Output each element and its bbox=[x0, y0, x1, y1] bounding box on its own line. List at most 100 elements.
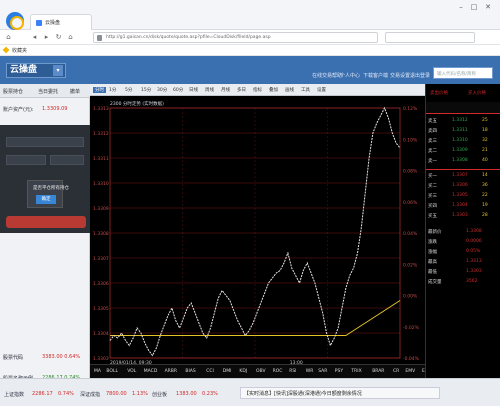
stock-search-input[interactable]: 输入代码/名称/简称 bbox=[433, 67, 493, 79]
tab-orders[interactable]: 当日委托 bbox=[38, 88, 58, 95]
sell-all-button[interactable] bbox=[6, 216, 86, 228]
header-link-help[interactable]: 在线交易帮助 bbox=[312, 72, 342, 79]
indicator-macd[interactable]: MACD bbox=[144, 369, 158, 374]
maximize-icon[interactable]: □ bbox=[468, 3, 480, 11]
chart-tab-2[interactable]: 5分 bbox=[125, 87, 132, 93]
account-value: 1.3309.09 bbox=[42, 106, 68, 112]
indicator-arbr[interactable]: ARBR bbox=[165, 369, 177, 374]
chart-tab-10[interactable]: 指标 bbox=[253, 87, 262, 93]
chart-tab-11[interactable]: 叠加 bbox=[269, 87, 278, 93]
quote-label: 卖一 bbox=[428, 159, 437, 164]
chart-tab-9[interactable]: 多日 bbox=[237, 87, 246, 93]
indicator-ma[interactable]: MA bbox=[94, 369, 101, 374]
indicator-roc[interactable]: ROC bbox=[273, 369, 283, 374]
quote-vol: 18 bbox=[482, 128, 488, 133]
quote-panel: 卖出价格 买入价格 卖五 1.3312 25 卖四 1.3311 18 卖三 1.3310 32… bbox=[425, 84, 500, 378]
quote-label: 卖四 bbox=[428, 129, 437, 134]
home-icon[interactable]: ⌂ bbox=[4, 33, 13, 41]
header-link-settings[interactable]: 交易设置 bbox=[390, 72, 410, 79]
tab-holdings[interactable]: 股票持仓 bbox=[3, 88, 23, 95]
browser-search-input[interactable] bbox=[385, 32, 475, 43]
quote-value[interactable]: 1.3305 bbox=[452, 193, 468, 198]
indicator-sar[interactable]: SAR bbox=[318, 369, 327, 374]
chart-tab-12[interactable]: 画线 bbox=[285, 87, 294, 93]
brand-dropdown-icon[interactable]: ▾ bbox=[53, 65, 63, 76]
indicator-dmi[interactable]: DMI bbox=[223, 369, 232, 374]
quote-value[interactable]: 1.3308 bbox=[452, 158, 468, 163]
brand-text: 云操盘 bbox=[10, 65, 38, 75]
stat-value: 3562 bbox=[466, 279, 478, 284]
intraday-chart[interactable]: 1.3313 1.3312 1.3311 1.3310 1.3309 1.3308 1.33… bbox=[90, 96, 425, 364]
indicator-cr[interactable]: CR bbox=[393, 369, 399, 374]
y-tick-label: 1.3306 bbox=[93, 281, 109, 287]
chart-tab-8[interactable]: 月线 bbox=[221, 87, 230, 93]
stock-name[interactable]: 股票代码 bbox=[3, 354, 23, 361]
y2-tick-label: 0.10% bbox=[403, 137, 418, 143]
header-link-download[interactable]: 下载客户端 bbox=[363, 72, 388, 79]
chart-tab-14[interactable]: 设置 bbox=[317, 87, 326, 93]
header-link-center[interactable]: 个人中心 bbox=[340, 72, 360, 79]
indicator-trix[interactable]: TRIX bbox=[351, 369, 361, 374]
y-tick-label: 1.3304 bbox=[93, 331, 109, 337]
chart-tab-6[interactable]: 日线 bbox=[189, 87, 198, 93]
browser-tab[interactable]: 云操盘 bbox=[30, 14, 92, 30]
tab-cancel[interactable]: 撤单 bbox=[70, 88, 80, 95]
stat-value: 0.05% bbox=[466, 249, 481, 254]
news-ticker[interactable]: 【实时消息】[快讯]深股通(深港通)今日额度剩余情况 bbox=[240, 387, 440, 399]
quote-value[interactable]: 1.3306 bbox=[452, 183, 468, 188]
back-icon[interactable]: ◂ bbox=[30, 33, 39, 41]
indicator-rsi[interactable]: RSI bbox=[289, 369, 296, 374]
chart-tab-0[interactable]: 分时 bbox=[93, 87, 106, 93]
chart-tab-13[interactable]: 工具 bbox=[301, 87, 310, 93]
indicator-kdj[interactable]: KDJ bbox=[239, 369, 247, 374]
indicator-bias[interactable]: BIAS bbox=[185, 369, 195, 374]
minimize-icon[interactable]: – bbox=[455, 3, 467, 11]
chart-tab-7[interactable]: 周线 bbox=[205, 87, 214, 93]
quote-vol: 32 bbox=[482, 138, 488, 143]
chart-tab-5[interactable]: 60分 bbox=[173, 87, 183, 93]
order-price-field[interactable] bbox=[6, 155, 46, 165]
chart-tab-3[interactable]: 15分 bbox=[141, 87, 151, 93]
chart-tab-1[interactable]: 1分 bbox=[109, 87, 116, 93]
indicator-wr[interactable]: WR bbox=[306, 369, 314, 374]
index-change: 1.13% bbox=[132, 391, 148, 397]
forward-icon[interactable]: ▸ bbox=[42, 33, 51, 41]
confirm-ok-button[interactable]: 确定 bbox=[36, 195, 56, 204]
indicator-obv[interactable]: OBV bbox=[256, 369, 266, 374]
quote-vol: 28 bbox=[482, 213, 488, 218]
home-page-icon[interactable]: ⌂ bbox=[66, 33, 75, 41]
indicator-psy[interactable]: PSY bbox=[335, 369, 343, 374]
quote-vol: 14 bbox=[482, 173, 488, 178]
refresh-icon[interactable]: ↻ bbox=[54, 33, 63, 41]
indicator-brar[interactable]: BRAR bbox=[372, 369, 384, 374]
quote-value[interactable]: 1.3307 bbox=[452, 173, 468, 178]
indicator-vol[interactable]: VOL bbox=[127, 369, 136, 374]
y-tick-label: 1.3309 bbox=[93, 206, 109, 212]
chart-tab-4[interactable]: 30分 bbox=[157, 87, 167, 93]
close-icon[interactable]: ✕ bbox=[482, 3, 494, 11]
y2-tick-label: -0.02% bbox=[403, 325, 420, 331]
confirm-dialog: 是否平仓所有持仓 确定 bbox=[27, 180, 69, 208]
order-code-field[interactable] bbox=[6, 137, 84, 147]
quote-vol: 22 bbox=[482, 193, 488, 198]
y2-tick-label: 0.08% bbox=[403, 169, 418, 175]
header-link-logout[interactable]: 退出登录 bbox=[410, 72, 430, 79]
quote-value[interactable]: 1.3312 bbox=[452, 118, 468, 123]
quote-value[interactable]: 1.3303 bbox=[452, 213, 468, 218]
quote-value[interactable]: 1.3304 bbox=[452, 203, 468, 208]
indicator-cci[interactable]: CCI bbox=[206, 369, 214, 374]
quote-header-buy: 买入价格 bbox=[468, 91, 486, 96]
indicator-boll[interactable]: BOLL bbox=[106, 369, 118, 374]
indicator-emv[interactable]: EMV bbox=[405, 369, 415, 374]
order-qty-field[interactable] bbox=[50, 155, 84, 165]
quote-vol: 36 bbox=[482, 183, 488, 188]
quote-value[interactable]: 1.3309 bbox=[452, 148, 468, 153]
index-value: 1383.00 bbox=[176, 391, 197, 397]
bookmark-item[interactable]: 收藏夹 bbox=[12, 47, 27, 54]
quote-value[interactable]: 1.3310 bbox=[452, 138, 468, 143]
tab-favicon-icon bbox=[36, 20, 42, 26]
bookmark-bar: 收藏夹 bbox=[0, 45, 500, 56]
y2-tick-label: 0.02% bbox=[403, 262, 418, 268]
quote-value[interactable]: 1.3311 bbox=[452, 128, 468, 133]
address-bar[interactable]: http://g1.gaisan.cn/disk/quote/quote.asp… bbox=[93, 32, 378, 43]
